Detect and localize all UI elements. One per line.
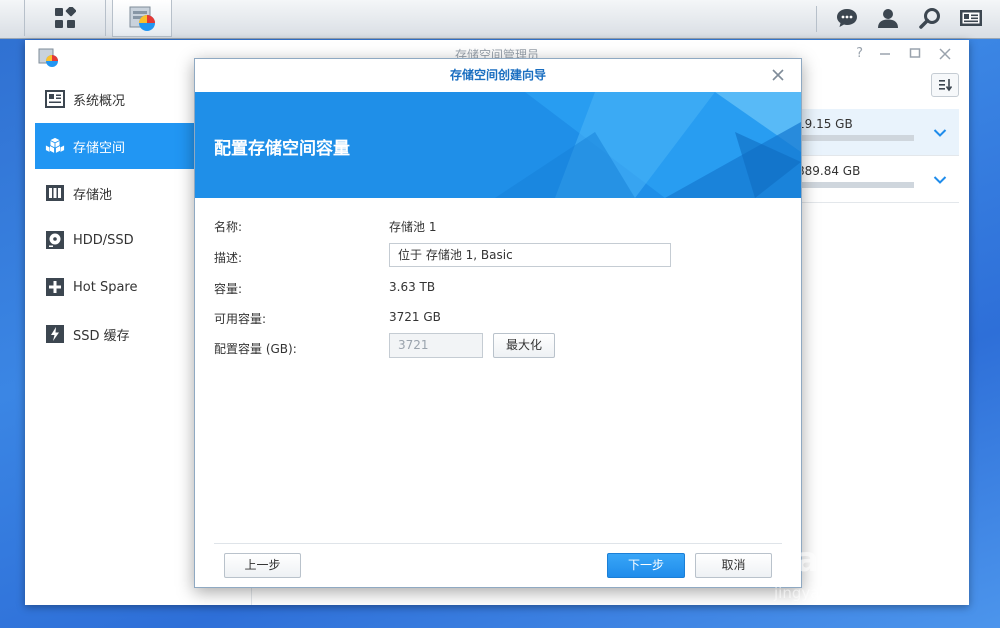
- allocated-capacity-input[interactable]: 3721: [389, 333, 483, 358]
- sort-button[interactable]: [931, 73, 959, 97]
- widgets-button[interactable]: [953, 0, 989, 36]
- volume-size: 19.15 GB: [797, 117, 853, 131]
- window-close-button[interactable]: [939, 46, 951, 64]
- minimize-button[interactable]: [879, 46, 891, 64]
- notifications-button[interactable]: [829, 0, 865, 36]
- watermark-brand: Bai: [770, 540, 831, 580]
- sidebar-item-label: HDD/SSD: [73, 232, 134, 248]
- storage-pool-icon: [45, 183, 65, 203]
- id-card-icon: [960, 10, 982, 26]
- expand-button[interactable]: [933, 170, 947, 189]
- maximize-button[interactable]: [909, 46, 921, 64]
- name-value: 存储池 1: [389, 220, 437, 234]
- watermark-url: jingyan.baidu.com: [774, 584, 913, 602]
- volume-usage-bar: [797, 135, 914, 141]
- dialog-close-button[interactable]: [771, 67, 785, 86]
- sidebar-item-label: 存储空间: [73, 140, 126, 156]
- footer-divider: [214, 543, 782, 544]
- search-button[interactable]: [912, 0, 948, 36]
- close-icon: [939, 48, 951, 60]
- expand-button[interactable]: [933, 123, 947, 142]
- user-icon: [878, 9, 898, 28]
- dialog-title: 存储空间创建向导: [195, 59, 801, 93]
- wizard-banner: 配置存储空间容量: [195, 92, 801, 198]
- sidebar-item-label: Hot Spare: [73, 279, 138, 295]
- watermark-brand-2: du: [850, 548, 888, 578]
- baidu-watermark: Bai du 经验 jingyan.baidu.com: [770, 518, 990, 608]
- volume-size: 889.84 GB: [797, 164, 861, 178]
- description-label: 描述:: [214, 251, 243, 265]
- sidebar-item-label: 系统概况: [73, 93, 126, 109]
- search-icon: [919, 8, 940, 29]
- watermark-cn: 经验: [892, 551, 949, 584]
- grid-icon: [55, 7, 76, 28]
- capacity-label: 容量:: [214, 282, 243, 296]
- capacity-value: 3.63 TB: [389, 280, 436, 294]
- description-input[interactable]: 位于 存储池 1, Basic: [389, 243, 671, 267]
- available-capacity-label: 可用容量:: [214, 312, 267, 326]
- sort-icon: [939, 79, 952, 92]
- disk-icon: [45, 230, 65, 250]
- main-menu-button[interactable]: [24, 0, 106, 36]
- help-icon: ?: [856, 46, 863, 61]
- name-label: 名称:: [214, 220, 243, 234]
- maximize-capacity-button[interactable]: 最大化: [493, 333, 555, 358]
- volume-creation-wizard-dialog: 存储空间创建向导 配置存储空间容量 名称: 存储池 1 描述: 位于 存储池 1…: [194, 58, 802, 588]
- taskbar: [0, 0, 1000, 39]
- close-icon: [772, 69, 784, 81]
- available-capacity-value: 3721 GB: [389, 310, 441, 324]
- volume-usage-bar: [797, 182, 914, 188]
- taskbar-separator: [816, 6, 817, 32]
- allocated-capacity-label: 配置容量 (GB):: [214, 342, 297, 356]
- sidebar-item-label: SSD 缓存: [73, 328, 130, 344]
- previous-button[interactable]: 上一步: [224, 553, 301, 578]
- minimize-icon: [880, 53, 890, 55]
- user-button[interactable]: [870, 0, 906, 36]
- next-button[interactable]: 下一步: [607, 553, 685, 578]
- chevron-down-icon: [933, 129, 947, 137]
- ssd-cache-icon: [45, 324, 65, 344]
- chevron-down-icon: [933, 176, 947, 184]
- cancel-button[interactable]: 取消: [695, 553, 772, 578]
- banner-title: 配置存储空间容量: [214, 139, 350, 159]
- hot-spare-icon: [45, 277, 65, 297]
- maximize-icon: [909, 48, 921, 58]
- chat-bubble-icon: [837, 9, 857, 27]
- help-button[interactable]: ?: [856, 46, 863, 61]
- storage-manager-taskbar-button[interactable]: [112, 0, 172, 37]
- overview-icon: [45, 89, 65, 109]
- volume-icon: [45, 136, 65, 156]
- storage-manager-app-icon: [129, 6, 155, 31]
- sidebar-item-label: 存储池: [73, 187, 113, 203]
